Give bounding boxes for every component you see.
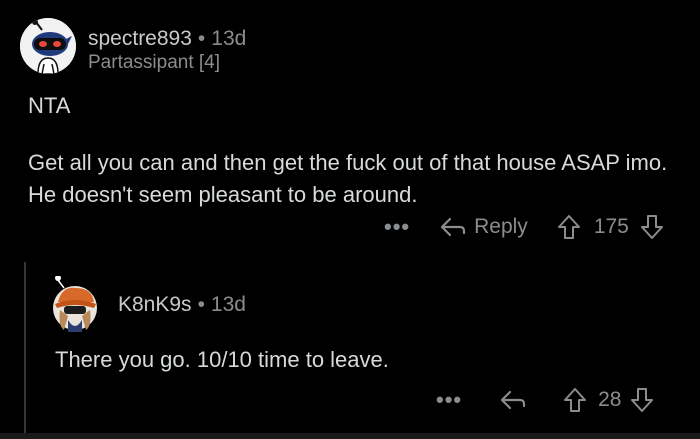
reply-button[interactable]: Reply	[440, 215, 528, 239]
comment-paragraph: There you go. 10/10 time to leave.	[55, 347, 389, 372]
comment-meta: K8nK9s • 13d	[118, 293, 246, 317]
more-options-button[interactable]: •••	[436, 389, 462, 411]
comment-paragraph: NTA	[28, 93, 71, 118]
vote-score: 175	[593, 215, 629, 238]
timestamp: 13d	[210, 293, 246, 316]
thread-line[interactable]	[24, 262, 26, 439]
comment-body: NTA Get all you can and then get the fuc…	[28, 90, 678, 211]
more-options-button[interactable]: •••	[384, 216, 410, 238]
reply-icon	[501, 390, 526, 410]
separator-dot: •	[197, 27, 206, 50]
reply-button[interactable]	[500, 389, 526, 411]
avatar[interactable]	[20, 18, 76, 74]
comment-body: There you go. 10/10 time to leave.	[55, 344, 675, 376]
downvote-icon[interactable]	[629, 387, 655, 413]
upvote-icon[interactable]	[562, 387, 588, 413]
username[interactable]: spectre893	[88, 27, 192, 50]
snoo-avatar-icon	[20, 18, 76, 74]
timestamp: 13d	[211, 27, 247, 50]
reply-icon	[441, 217, 466, 237]
snoo-avatar-icon	[53, 275, 97, 332]
separator-dot: •	[197, 293, 205, 316]
comment-actions: ••• 28	[436, 385, 655, 415]
user-flair: Partassipant [4]	[88, 52, 221, 73]
avatar[interactable]	[50, 275, 100, 332]
comment-paragraph: Get all you can and then get the fuck ou…	[28, 150, 668, 207]
bottom-divider	[0, 433, 700, 439]
comment-actions: ••• Reply 175	[384, 212, 665, 242]
comment-meta: spectre893 • 13d	[88, 27, 246, 51]
vote-score: 28	[598, 388, 622, 411]
reply-label: Reply	[474, 215, 528, 238]
username[interactable]: K8nK9s	[118, 293, 192, 316]
upvote-icon[interactable]	[556, 214, 582, 240]
downvote-icon[interactable]	[639, 214, 665, 240]
